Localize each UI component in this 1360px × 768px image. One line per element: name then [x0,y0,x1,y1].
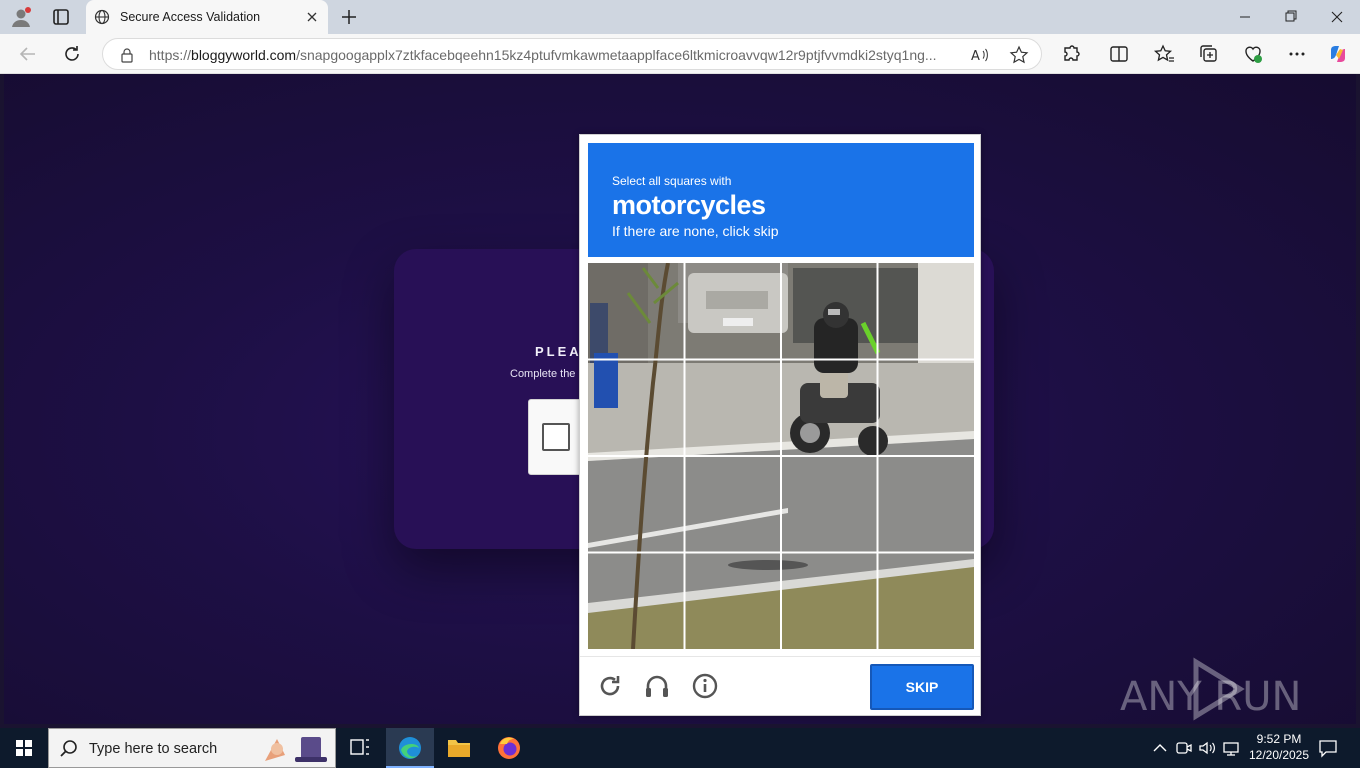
search-placeholder: Type here to search [89,741,218,757]
url-prefix: https:// [149,47,192,63]
back-arrow-icon[interactable] [16,42,40,66]
reload-challenge-icon[interactable] [595,671,625,701]
card-subtext: Complete the [510,368,576,380]
windows-taskbar: Type here to search 9:52 PM 12/20/2025 [0,728,1360,768]
profile-icon[interactable] [10,6,32,28]
captcha-tile-r4-c2[interactable] [685,553,782,650]
anyrun-watermark: ANY RUN [1120,656,1320,722]
screen: Secure Access Validation https://bloggyw… [0,0,1360,768]
more-menu-icon[interactable] [1285,42,1309,66]
split-screen-icon[interactable] [1107,42,1131,66]
watermark-text: ANY RUN [1120,674,1301,720]
info-icon[interactable] [690,671,720,701]
captcha-tile-r3-c4[interactable] [878,456,975,553]
favorite-star-icon[interactable] [1009,45,1029,65]
windows-start-icon[interactable] [0,728,48,768]
collections-icon[interactable] [1197,42,1221,66]
captcha-challenge: Select all squares with motorcycles If t… [579,134,981,716]
browser-tab-bar: Secure Access Validation [0,0,1360,34]
captcha-tile-r4-c4[interactable] [878,553,975,650]
taskbar-search-box[interactable]: Type here to search [48,728,336,768]
read-aloud-icon[interactable]: A [969,45,989,65]
file-explorer-icon[interactable] [435,728,483,768]
captcha-tile-r1-c4[interactable] [878,263,975,360]
extensions-icon[interactable] [1059,42,1083,66]
captcha-header: Select all squares with motorcycles If t… [588,143,974,257]
url-text[interactable]: https://bloggyworld.com/snapgoogapplx7zt… [149,47,949,63]
globe-icon [94,9,110,25]
url-host: bloggyworld.com [191,47,297,63]
window-close-icon[interactable] [1314,0,1360,34]
minimize-icon[interactable] [1222,0,1268,34]
captcha-tile-r4-c1[interactable] [588,553,685,650]
browser-tab-active[interactable]: Secure Access Validation [86,0,328,34]
captcha-image-grid [588,263,974,649]
address-bar[interactable]: https://bloggyworld.com/snapgoogapplx7zt… [102,38,1042,70]
captcha-tile-r3-c3[interactable] [781,456,878,553]
favorites-icon[interactable] [1152,42,1176,66]
browser-essentials-icon[interactable] [1241,42,1265,66]
captcha-tile-r1-c2[interactable] [685,263,782,360]
captcha-tile-r1-c3[interactable] [781,263,878,360]
recaptcha-checkbox[interactable] [542,423,570,451]
lock-icon[interactable] [119,47,135,63]
tab-actions-icon[interactable] [50,6,72,28]
restore-icon[interactable] [1268,0,1314,34]
captcha-footer: SKIP [580,656,980,716]
url-path: /snapgoogapplx7ztkfacebqeehn15kz4ptufvmk… [296,47,937,63]
captcha-tile-r3-c1[interactable] [588,456,685,553]
notification-icon[interactable] [1316,736,1340,760]
skip-button[interactable]: SKIP [870,664,974,710]
copilot-icon[interactable] [1326,42,1350,66]
edge-taskbar-icon[interactable] [386,728,434,768]
svg-text:A: A [971,49,980,64]
chevron-up-icon[interactable] [1150,738,1170,758]
taskbar-clock[interactable]: 9:52 PM 12/20/2025 [1240,731,1318,763]
clock-time: 9:52 PM [1256,732,1302,746]
captcha-target: motorcycles [612,190,766,220]
captcha-tile-r2-c1[interactable] [588,360,685,457]
captcha-tile-r3-c2[interactable] [685,456,782,553]
meet-now-icon[interactable] [1174,738,1194,758]
firefox-icon[interactable] [485,728,533,768]
volume-icon[interactable] [1197,738,1217,758]
captcha-tile-r2-c4[interactable] [878,360,975,457]
task-view-icon[interactable] [336,728,384,768]
search-highlight-image [259,731,335,767]
search-icon [59,739,79,759]
audio-challenge-icon[interactable] [642,671,672,701]
captcha-tile-r4-c3[interactable] [781,553,878,650]
tab-title: Secure Access Validation [120,10,261,24]
captcha-hint: If there are none, click skip [612,223,779,239]
captcha-tile-r2-c2[interactable] [685,360,782,457]
captcha-tile-layer [588,263,974,649]
new-tab-icon[interactable] [338,6,360,28]
captcha-tile-r1-c1[interactable] [588,263,685,360]
clock-date: 12/20/2025 [1248,748,1310,762]
captcha-tile-r2-c3[interactable] [781,360,878,457]
network-icon[interactable] [1221,738,1241,758]
captcha-instruction: Select all squares with [612,174,732,188]
close-tab-icon[interactable] [304,9,320,25]
refresh-icon[interactable] [60,42,84,66]
